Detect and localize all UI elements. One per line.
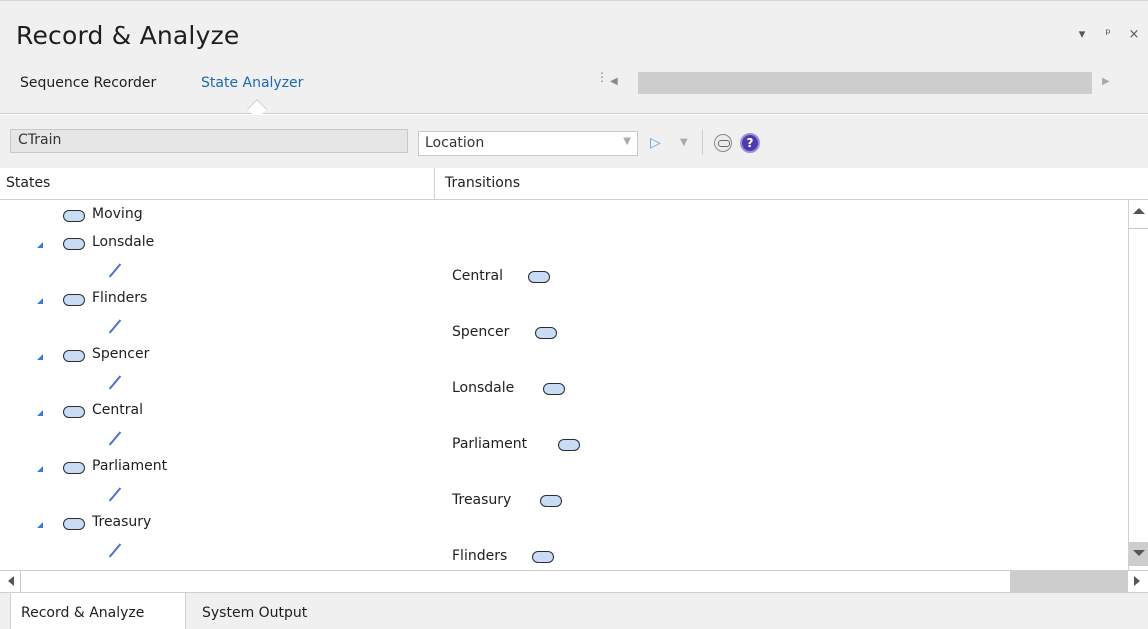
- bottom-tab-strip: Record & Analyze System Output: [0, 592, 1148, 629]
- scrollbar-divider: [20, 571, 21, 593]
- location-select-value: Location: [425, 135, 485, 151]
- window-controls: ▾ ᵖ ×: [1076, 27, 1140, 42]
- transition-line-icon: [108, 263, 122, 278]
- pin-icon[interactable]: ᵖ: [1102, 27, 1114, 42]
- transition-label: Lonsdale: [452, 380, 515, 396]
- expand-triangle-icon[interactable]: [37, 522, 43, 528]
- toolbar-separator: [702, 129, 703, 155]
- tree-row-root[interactable]: Moving: [0, 202, 1128, 230]
- state-label: Parliament: [92, 458, 168, 474]
- state-icon: [532, 551, 554, 563]
- expand-triangle-icon[interactable]: [37, 410, 43, 416]
- state-label: Moving: [92, 206, 143, 222]
- transition-line-icon: [108, 487, 122, 502]
- help-icon[interactable]: ?: [740, 133, 760, 153]
- state-icon: [63, 210, 85, 222]
- scrollbar-divider: [1129, 228, 1148, 229]
- transition-line-icon: [108, 431, 122, 446]
- transition-line-icon: [108, 375, 122, 390]
- class-name-field[interactable]: CTrain: [10, 129, 408, 153]
- transition-line-icon: [108, 543, 122, 558]
- tree-row-state[interactable]: Flinders: [0, 286, 1128, 314]
- state-icon: [528, 271, 550, 283]
- transition-label: Spencer: [452, 324, 510, 340]
- state-label: Spencer: [92, 346, 150, 362]
- location-select[interactable]: Location ▼: [418, 131, 638, 156]
- state-label: Lonsdale: [92, 234, 155, 250]
- transition-label: Central: [452, 268, 503, 284]
- transition-label: Treasury: [452, 492, 512, 508]
- tab-system-output[interactable]: System Output: [192, 593, 317, 629]
- expand-triangle-icon[interactable]: [37, 466, 43, 472]
- state-icon: [63, 294, 85, 306]
- transition-label: Flinders: [452, 548, 508, 564]
- state-icon: [63, 462, 85, 474]
- scroll-right-icon[interactable]: [1134, 576, 1140, 586]
- state-label: Treasury: [92, 514, 152, 530]
- state-icon: [63, 518, 85, 530]
- tree-row-state[interactable]: Spencer: [0, 342, 1128, 370]
- horizontal-scrollbar[interactable]: [0, 570, 1148, 593]
- tab-strip: Sequence Recorder State Analyzer ⋮ ◀ ▶: [0, 66, 1148, 119]
- grip-icon[interactable]: ⋮: [596, 71, 608, 92]
- state-icon: [535, 327, 557, 339]
- state-icon: [543, 383, 565, 395]
- panel-title-bar: Record & Analyze ▾ ᵖ ×: [0, 0, 1148, 66]
- expand-triangle-icon[interactable]: [37, 242, 43, 248]
- expand-triangle-icon[interactable]: [37, 298, 43, 304]
- tree-row-transition[interactable]: Treasury: [0, 482, 1128, 510]
- tree-row-state[interactable]: Lonsdale: [0, 230, 1128, 258]
- transition-line-icon: [108, 319, 122, 334]
- state-label: Flinders: [92, 290, 148, 306]
- state-icon: [540, 495, 562, 507]
- tree-row-state[interactable]: Treasury: [0, 510, 1128, 538]
- panel-title: Record & Analyze: [16, 21, 240, 50]
- chevron-down-icon[interactable]: ▼: [623, 136, 631, 147]
- toolbar: CTrain Location ▼ ▷ ▼ ?: [0, 115, 1148, 168]
- tree-row-state[interactable]: Parliament: [0, 454, 1128, 482]
- tree-row-state[interactable]: Central: [0, 398, 1128, 426]
- dropdown-menu-icon[interactable]: ▾: [1076, 27, 1088, 42]
- tree-row-transition[interactable]: Parliament: [0, 426, 1128, 454]
- vertical-scrollbar[interactable]: [1128, 200, 1148, 570]
- close-icon[interactable]: ×: [1128, 27, 1140, 42]
- link-icon[interactable]: [714, 134, 732, 152]
- state-icon: [63, 350, 85, 362]
- tree-row-transition[interactable]: Spencer: [0, 314, 1128, 342]
- scroll-up-icon[interactable]: [1133, 208, 1145, 214]
- scroll-left-icon[interactable]: ◀: [610, 76, 622, 90]
- tab-state-analyzer[interactable]: State Analyzer: [201, 75, 303, 91]
- tab-sequence-recorder[interactable]: Sequence Recorder: [20, 75, 156, 91]
- tab-scroller: ⋮ ◀ ▶: [596, 71, 1126, 94]
- horizontal-scroll-thumb[interactable]: [1010, 571, 1128, 592]
- expand-triangle-icon[interactable]: [37, 354, 43, 360]
- scroll-left-icon[interactable]: [8, 576, 14, 586]
- column-header-transitions[interactable]: Transitions: [435, 168, 1148, 200]
- play-icon[interactable]: ▷: [650, 135, 661, 151]
- state-icon: [558, 439, 580, 451]
- transition-label: Parliament: [452, 436, 528, 452]
- tree-row-transition[interactable]: Flinders: [0, 538, 1128, 566]
- scroll-down-icon[interactable]: [1133, 550, 1145, 556]
- state-icon: [63, 238, 85, 250]
- state-tree: Moving Lonsdale Central Flinders Spencer…: [0, 200, 1128, 570]
- scroll-right-icon[interactable]: ▶: [1102, 76, 1114, 90]
- state-label: Central: [92, 402, 143, 418]
- chevron-down-icon[interactable]: ▼: [680, 137, 688, 148]
- tree-row-transition[interactable]: Lonsdale: [0, 370, 1128, 398]
- column-header-states[interactable]: States: [0, 168, 435, 200]
- tree-row-transition[interactable]: Central: [0, 258, 1128, 286]
- tab-record-analyze[interactable]: Record & Analyze: [10, 593, 186, 629]
- state-icon: [63, 406, 85, 418]
- tab-scroll-track[interactable]: [638, 72, 1092, 94]
